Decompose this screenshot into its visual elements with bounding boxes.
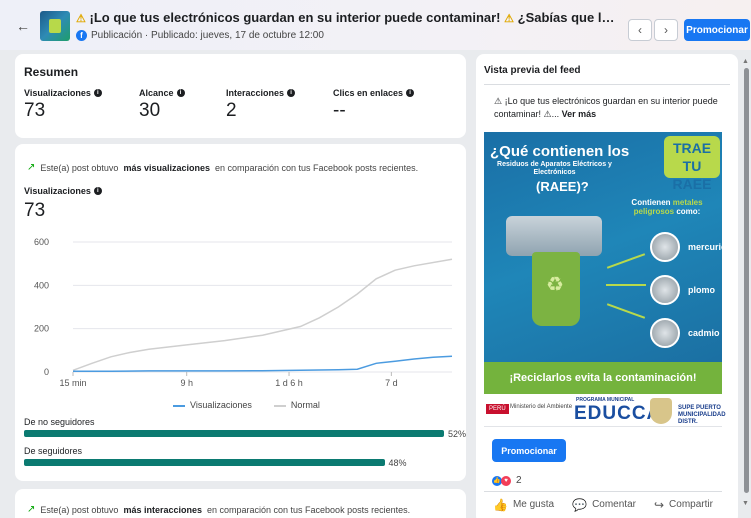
views-metric-value: 73 <box>24 200 46 221</box>
electronics-pile <box>506 216 602 256</box>
poster-subtitle: Residuos de Aparatos Eléctricos y Electr… <box>497 161 612 176</box>
info-icon[interactable]: i <box>287 89 296 97</box>
trend-up-icon: ↗ <box>27 162 36 173</box>
post-title: ⚠ ¡Lo que tus electrónicos guardan en su… <box>76 10 621 25</box>
comment-icon: 💬 <box>572 497 588 512</box>
arrow-left-icon[interactable]: ← <box>16 18 30 34</box>
trend-note: ↗ Este(a) post obtuvo más interacciones … <box>27 504 411 515</box>
trend-note: ↗ Este(a) post obtuvo más visualizacione… <box>27 162 419 173</box>
series-line-normal <box>72 258 453 372</box>
metric-label: Visualizaciones i <box>24 88 102 98</box>
divider <box>484 84 730 85</box>
y-tick-label: 600 <box>34 237 49 247</box>
prev-post-button[interactable]: ‹ <box>628 19 652 41</box>
recycle-bin-icon <box>532 252 580 326</box>
page-scrollbar[interactable]: ▲ ▼ <box>742 54 751 518</box>
educca-logo: EDUCCA <box>574 403 662 424</box>
lead-icon <box>650 275 680 305</box>
y-tick-label: 0 <box>44 367 49 377</box>
legend-item: Normal <box>273 400 320 410</box>
poster-acronym: (RAEE)? <box>536 179 589 194</box>
feed-preview-card: Vista previa del feed ⚠ ¡Lo que tus elec… <box>476 54 738 518</box>
trend-up-icon: ↗ <box>27 504 36 515</box>
y-tick-label: 400 <box>34 280 49 290</box>
views-line-chart: 0 200 400 600 15 min 9 h 1 d 6 h 7 d <box>34 237 453 388</box>
preview-title: Vista previa del feed <box>484 65 581 76</box>
x-tick-label: 15 min <box>59 378 86 388</box>
scroll-down-icon[interactable]: ▼ <box>742 500 749 507</box>
municipal-shield-icon <box>650 398 672 424</box>
peru-logo: PERÚ <box>486 404 509 414</box>
arrow-icon <box>606 253 646 269</box>
views-metric-label: Visualizaciones i <box>24 186 102 196</box>
scrollbar-thumb[interactable] <box>744 68 749 493</box>
ministry-logo: Ministerio del Ambiente <box>510 404 573 410</box>
post-caption: ⚠ ¡Lo que tus electrónicos guardan en su… <box>494 96 718 119</box>
non-followers-label: De no seguidores <box>24 417 95 427</box>
metric-value: 73 <box>24 100 46 121</box>
info-icon[interactable]: i <box>93 89 102 97</box>
preview-promote-button[interactable]: Promocionar <box>492 439 566 462</box>
info-icon[interactable]: i <box>176 89 185 97</box>
legend-item: Visualizaciones <box>173 400 252 410</box>
metal-label: cadmio <box>688 328 720 338</box>
cadmium-icon <box>650 318 680 348</box>
poster-title: ¿Qué contienen los <box>490 143 630 160</box>
metric-label: Clics en enlaces i <box>333 88 415 98</box>
x-tick-label: 1 d 6 h <box>275 378 303 388</box>
info-icon[interactable]: i <box>93 187 102 195</box>
love-reaction-icon: ♥ <box>501 475 511 486</box>
chart-legend: Visualizaciones Normal <box>173 400 320 410</box>
poster-metals-text: Contienen metales peligrosos como: <box>631 198 703 216</box>
post-actions: 👍 Me gusta 💬 Comentar ↪ Compartir <box>484 491 722 517</box>
metric-label: Interacciones i <box>226 88 296 98</box>
arrow-icon <box>606 284 646 286</box>
summary-title: Resumen <box>24 65 79 79</box>
series-line-visualizaciones <box>73 355 453 373</box>
sponsor-logos: PERÚ Ministerio del Ambiente PROGRAMA MU… <box>484 394 726 427</box>
views-card: ↗ Este(a) post obtuvo más visualizacione… <box>15 144 466 481</box>
metric-value: 2 <box>226 100 237 121</box>
summary-card: Resumen Visualizaciones i 73 Alcance i 30 … <box>15 54 466 138</box>
thumbs-up-icon: 👍 <box>493 497 508 512</box>
share-button[interactable]: ↪ Compartir <box>654 498 713 512</box>
promote-button[interactable]: Promocionar <box>684 19 750 41</box>
scroll-up-icon[interactable]: ▲ <box>742 58 749 65</box>
post-image[interactable]: ¿Qué contienen los Residuos de Aparatos … <box>484 132 722 394</box>
y-tick-label: 200 <box>34 324 49 334</box>
metal-label: mercurio <box>688 242 722 252</box>
followers-bar <box>24 459 385 466</box>
poster-slogan: ¡Reciclarlos evita la contaminación! <box>484 362 722 394</box>
x-tick-label: 7 d <box>385 378 398 388</box>
post-header: ← ⚠ ¡Lo que tus electrónicos guardan en … <box>0 0 751 50</box>
non-followers-percent: 52% <box>448 429 467 439</box>
interactions-card: ↗ Este(a) post obtuvo más interacciones … <box>15 489 466 518</box>
arrow-icon <box>606 303 646 319</box>
info-icon[interactable]: i <box>406 89 415 97</box>
non-followers-bar <box>24 430 444 437</box>
see-more-link[interactable]: Ver más <box>562 109 597 119</box>
x-tick-label: 9 h <box>180 378 193 388</box>
legend-swatch <box>173 404 185 407</box>
post-thumbnail <box>40 11 70 41</box>
mercury-icon <box>650 232 680 262</box>
share-icon: ↪ <box>653 497 665 512</box>
metric-value: -- <box>333 100 346 121</box>
post-subtitle: f Publicación · Publicado: jueves, 17 de… <box>76 30 324 41</box>
legend-swatch <box>273 404 286 407</box>
campaign-logo: TRAE TU RAEE <box>664 136 720 192</box>
followers-percent: 48% <box>388 458 407 468</box>
reactions-summary[interactable]: 👍 ♥ 2 <box>492 475 522 486</box>
warning-icon: ⚠ <box>76 13 86 25</box>
metal-label: plomo <box>688 285 715 295</box>
facebook-icon: f <box>76 30 87 41</box>
metric-label: Alcance i <box>139 88 185 98</box>
comment-button[interactable]: 💬 Comentar <box>572 498 636 512</box>
next-post-button[interactable]: › <box>654 19 678 41</box>
metric-value: 30 <box>139 100 161 121</box>
like-button[interactable]: 👍 Me gusta <box>493 498 554 512</box>
supe-logo: SUPE PUERTO MUNICIPALIDAD DISTR. <box>678 405 726 425</box>
warning-icon: ⚠ <box>504 13 515 25</box>
followers-label: De seguidores <box>24 446 83 456</box>
